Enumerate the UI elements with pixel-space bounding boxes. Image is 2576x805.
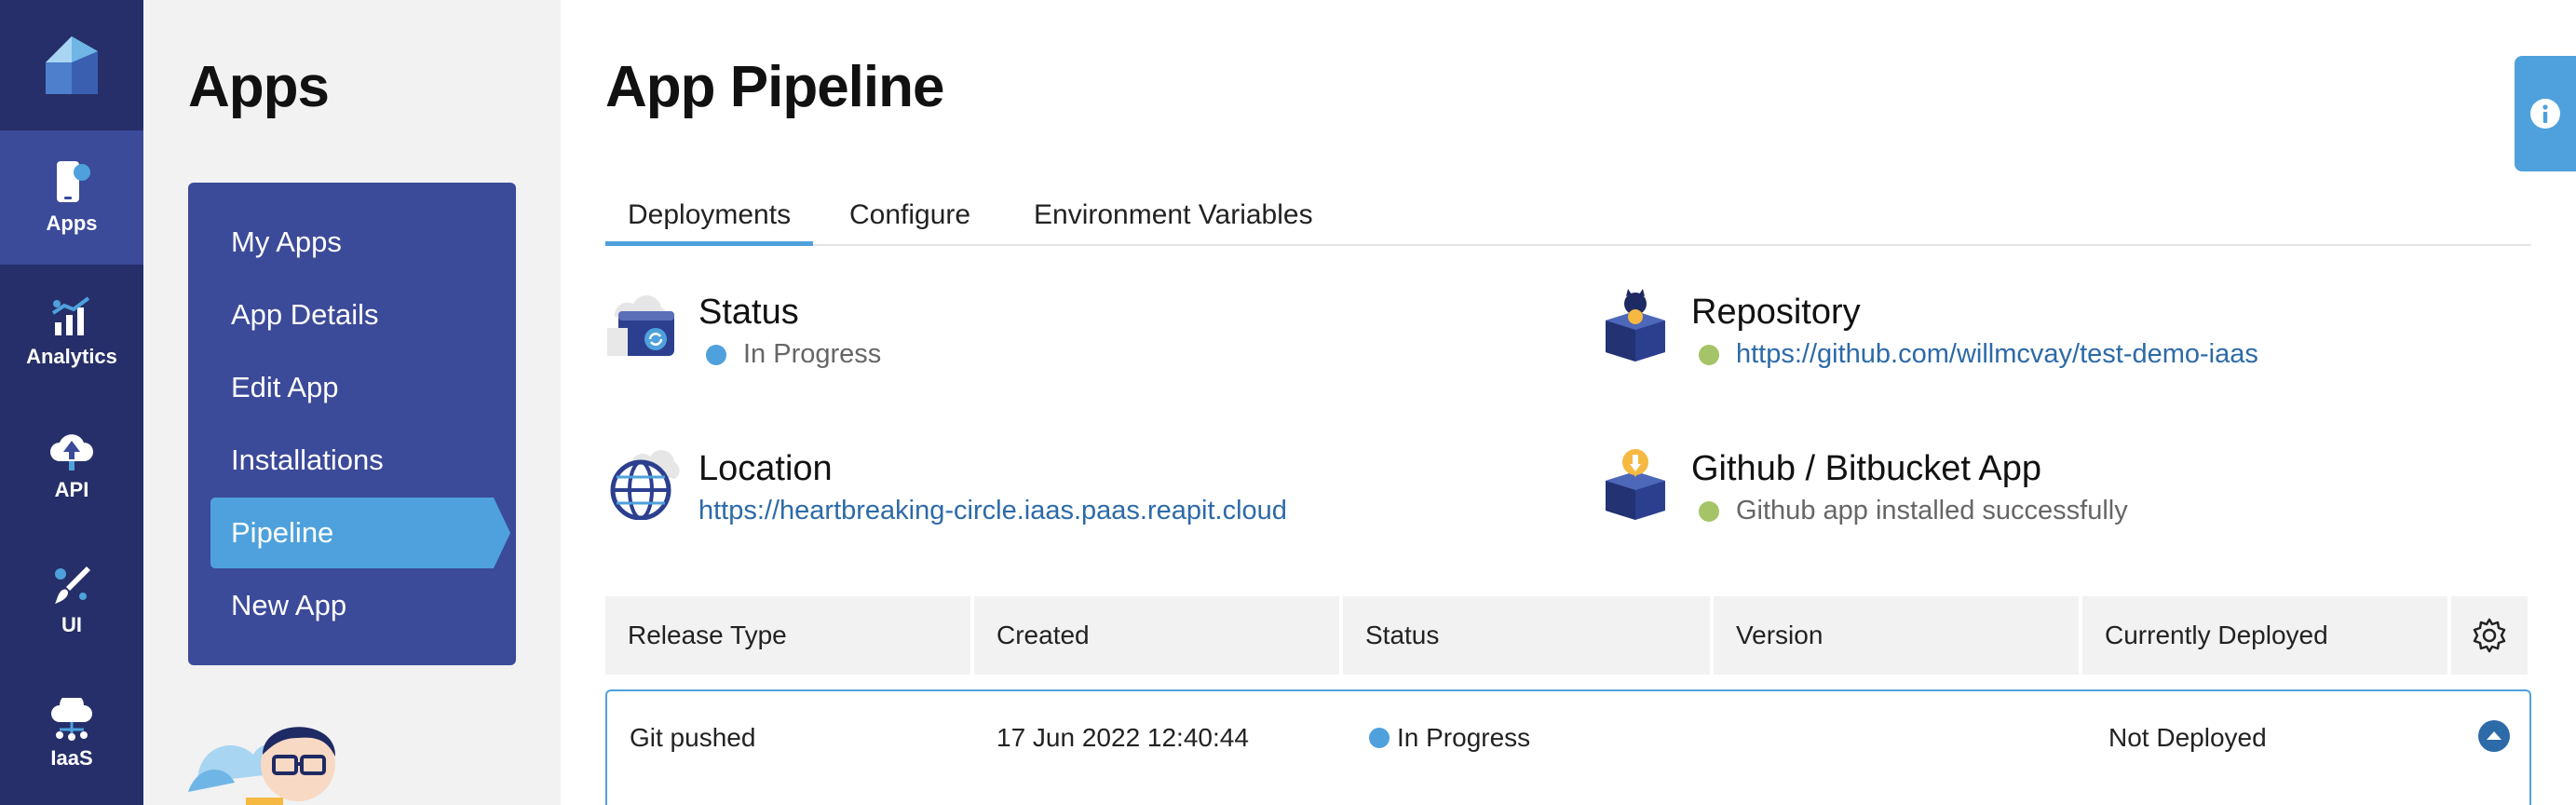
- row-status-text: In Progress: [1397, 723, 1531, 752]
- table-header: Release Type Created Status Version Curr…: [605, 596, 2531, 675]
- rail-label: IaaS: [50, 746, 93, 770]
- analytics-chart-icon: [51, 296, 90, 335]
- rail-item-apps[interactable]: Apps: [0, 130, 143, 265]
- status-text: In Progress: [743, 339, 882, 369]
- developer-illustration: [188, 708, 346, 805]
- github-app-value: Github app installed successfully: [1691, 496, 2128, 526]
- row-status-dot: [1369, 728, 1390, 748]
- repository-card: Repository https://github.com/willmcvay/…: [1598, 289, 2436, 382]
- github-app-title: Github / Bitbucket App: [1691, 449, 2042, 488]
- sidebar-item-installations[interactable]: Installations: [210, 425, 494, 496]
- repository-link[interactable]: https://github.com/willmcvay/test-demo-i…: [1736, 339, 2258, 370]
- info-icon: [2530, 99, 2560, 129]
- rail-label: Analytics: [26, 345, 117, 368]
- status-dot: [706, 344, 726, 365]
- status-value: In Progress: [698, 339, 881, 370]
- github-app-card: Github / Bitbucket App Github app instal…: [1598, 445, 2436, 539]
- sidebar-menu: My Apps App Details Edit App Installatio…: [188, 183, 516, 665]
- primary-nav-rail: Apps Analytics API UI IaaS: [0, 0, 143, 805]
- gear-icon: [2473, 618, 2506, 653]
- logo-icon: [46, 36, 98, 94]
- sidebar-item-edit-app[interactable]: Edit App: [210, 352, 494, 423]
- phone-app-icon: [57, 161, 90, 202]
- cell-created: 17 Jun 2022 12:40:44: [997, 723, 1249, 752]
- row-collapse-button[interactable]: [2477, 719, 2511, 753]
- tab-deployments[interactable]: Deployments: [605, 199, 814, 246]
- cloud-network-icon: [51, 698, 92, 741]
- cell-release-type: Git pushed: [630, 723, 756, 752]
- cloud-upload-icon: [50, 434, 93, 471]
- rail-item-api[interactable]: API: [0, 399, 143, 533]
- github-status-dot: [1699, 500, 1719, 522]
- cell-status: In Progress: [1369, 723, 1530, 753]
- repository-title: Repository: [1691, 293, 1861, 332]
- tab-environment-variables[interactable]: Environment Variables: [1011, 199, 1335, 246]
- sidebar-item-new-app[interactable]: New App: [210, 570, 494, 641]
- repository-status-dot: [1699, 344, 1719, 365]
- column-header-currently-deployed[interactable]: Currently Deployed: [2082, 596, 2447, 675]
- column-header-release-type[interactable]: Release Type: [605, 596, 970, 675]
- column-settings-button[interactable]: [2451, 596, 2528, 675]
- column-header-created[interactable]: Created: [974, 596, 1339, 675]
- location-title: Location: [698, 449, 833, 488]
- reapit-logo[interactable]: [0, 0, 143, 130]
- status-sync-icon: [607, 295, 674, 356]
- main-content: App Pipeline Deployments Configure Envir…: [561, 0, 2576, 805]
- secondary-sidebar: Apps My Apps App Details Edit App Instal…: [143, 0, 561, 805]
- rail-label: API: [54, 478, 89, 501]
- github-app-box-icon: [1606, 449, 1665, 520]
- github-status-text: Github app installed successfully: [1736, 496, 2128, 525]
- location-value: https://heartbreaking-circle.iaas.paas.r…: [698, 496, 1287, 526]
- paint-brush-icon: [55, 566, 90, 604]
- sidebar-item-my-apps[interactable]: My Apps: [210, 207, 494, 278]
- location-link[interactable]: https://heartbreaking-circle.iaas.paas.r…: [698, 496, 1287, 526]
- rail-item-iaas[interactable]: IaaS: [0, 667, 143, 801]
- globe-icon: [610, 450, 680, 520]
- sidebar-title: Apps: [188, 55, 330, 119]
- chevron-up-icon: [2478, 720, 2510, 752]
- repository-box-icon: [1606, 289, 1665, 362]
- column-header-version[interactable]: Version: [1714, 596, 2079, 675]
- tab-configure[interactable]: Configure: [827, 199, 993, 246]
- cell-currently-deployed: Not Deployed: [2108, 723, 2267, 752]
- rail-item-ui[interactable]: UI: [0, 533, 143, 667]
- column-header-status[interactable]: Status: [1343, 596, 1710, 675]
- tab-bar: Deployments Configure Environment Variab…: [605, 186, 2531, 246]
- sidebar-item-pipeline[interactable]: Pipeline: [210, 498, 510, 568]
- rail-item-analytics[interactable]: Analytics: [0, 265, 143, 399]
- page-title: App Pipeline: [605, 55, 944, 119]
- rail-label: Apps: [46, 211, 98, 235]
- sidebar-item-app-details[interactable]: App Details: [210, 280, 494, 350]
- status-title: Status: [698, 293, 799, 332]
- rail-label: UI: [61, 613, 82, 636]
- repository-value: https://github.com/willmcvay/test-demo-i…: [1691, 339, 2258, 370]
- status-card: Status In Progress: [605, 289, 1444, 382]
- location-card: Location https://heartbreaking-circle.ia…: [605, 445, 1537, 539]
- info-button[interactable]: [2515, 56, 2576, 171]
- table-row[interactable]: Git pushed 17 Jun 2022 12:40:44 In Progr…: [605, 689, 2531, 805]
